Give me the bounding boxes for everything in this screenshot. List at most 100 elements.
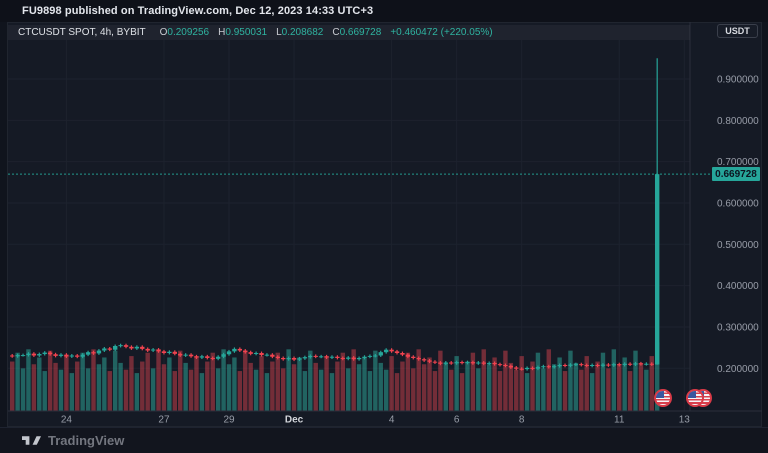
candle-body — [389, 350, 393, 352]
candle-body — [644, 364, 648, 365]
candle-body — [590, 365, 594, 366]
time-tick-label[interactable]: 13 — [679, 415, 691, 426]
price-tick-label[interactable]: 0.300000 — [717, 322, 759, 333]
candle-body — [64, 355, 68, 357]
candle-body — [243, 351, 247, 353]
time-tick-label[interactable]: 8 — [519, 415, 525, 426]
candle-body — [400, 353, 404, 355]
us-flag-event-icon[interactable] — [686, 389, 704, 407]
price-tick-label[interactable]: 0.900000 — [717, 74, 759, 85]
candle-body — [460, 362, 464, 363]
price-tick-label[interactable]: 0.200000 — [717, 364, 759, 375]
candle-body — [547, 366, 551, 367]
volume-bar — [292, 364, 296, 410]
candle-body — [476, 363, 480, 364]
volume-bar — [97, 364, 101, 410]
candle-body — [335, 357, 339, 358]
volume-bar — [341, 353, 345, 411]
symbol-title[interactable]: CTCUSDT SPOT, 4h, BYBIT — [18, 27, 146, 38]
volume-bar — [308, 351, 312, 411]
volume-bar — [595, 362, 599, 411]
volume-bar — [140, 362, 144, 411]
volume-bar — [644, 370, 648, 411]
price-tick-label[interactable]: 0.600000 — [717, 198, 759, 209]
candle-body — [32, 354, 36, 356]
candle-body — [362, 357, 366, 358]
volume-bar — [460, 373, 464, 410]
time-tick-label[interactable]: 11 — [614, 415, 625, 426]
volume-bar — [335, 362, 339, 411]
candle-body — [519, 369, 523, 370]
candle-body — [384, 350, 388, 352]
volume-bar — [314, 363, 318, 411]
volume-bar — [547, 349, 551, 410]
price-tick-label[interactable]: 0.400000 — [717, 281, 759, 292]
candle-body — [650, 364, 654, 365]
volume-bar — [633, 351, 637, 411]
currency-toggle-button[interactable]: USDT — [717, 24, 758, 38]
symbol-legend[interactable]: CTCUSDT SPOT, 4h, BYBIT O0.209256 H0.950… — [8, 25, 690, 40]
volume-bar — [189, 370, 193, 411]
candle-body — [444, 363, 448, 364]
candle-body — [194, 356, 198, 357]
candle-body — [568, 365, 572, 366]
volume-bar — [37, 357, 41, 410]
time-tick-label[interactable]: 6 — [454, 415, 460, 426]
time-tick-label[interactable]: Dec — [285, 415, 304, 426]
candle-body — [525, 368, 529, 369]
volume-bar — [319, 370, 323, 411]
volume-bar — [628, 371, 632, 410]
volume-bar — [135, 373, 139, 410]
candle-body — [503, 365, 507, 366]
candle-body — [308, 356, 312, 357]
candle-body — [655, 174, 659, 364]
candle-body — [552, 366, 556, 367]
volume-bar — [438, 351, 442, 411]
price-chart-canvas[interactable]: 0.9000000.8000000.7000000.6000000.500000… — [0, 0, 768, 453]
volume-bar — [205, 362, 209, 411]
volume-bar — [606, 368, 610, 410]
close-value: 0.669728 — [340, 27, 382, 38]
candle-body — [238, 349, 242, 351]
candle-body — [113, 346, 117, 350]
tradingview-wordmark[interactable]: TradingView — [48, 433, 124, 448]
candle-body — [541, 366, 545, 367]
time-tick-label[interactable]: 27 — [158, 415, 170, 426]
candle-body — [373, 355, 377, 356]
volume-bar — [21, 368, 25, 410]
volume-bar — [162, 364, 166, 410]
time-tick-label[interactable]: 24 — [61, 415, 73, 426]
candle-body — [406, 355, 410, 357]
candle-body — [53, 354, 57, 356]
volume-bar — [384, 370, 388, 411]
candle-body — [205, 356, 209, 358]
volume-bar — [368, 371, 372, 410]
candle-body — [579, 364, 583, 365]
tradingview-logo-icon[interactable] — [22, 433, 41, 448]
candle-body — [102, 348, 106, 350]
candle-body — [108, 348, 112, 349]
candle-body — [15, 355, 19, 356]
volume-bar — [400, 362, 404, 411]
candle-body — [617, 364, 621, 365]
volume-bar — [243, 351, 247, 411]
candle-body — [319, 356, 323, 357]
candle-body — [395, 351, 399, 353]
candle-body — [270, 355, 274, 357]
candle-body — [427, 360, 431, 361]
us-flag-event-icon[interactable] — [654, 389, 672, 407]
candle-body — [492, 363, 496, 364]
volume-bar — [509, 363, 513, 411]
volume-bar — [259, 356, 263, 410]
candle-body — [379, 352, 383, 355]
volume-bar — [389, 356, 393, 410]
time-tick-label[interactable]: 4 — [389, 415, 395, 426]
volume-bar — [108, 371, 112, 410]
volume-bar — [227, 364, 231, 410]
volume-bar — [427, 357, 431, 410]
price-tick-label[interactable]: 0.500000 — [717, 240, 759, 251]
volume-bar — [297, 357, 301, 410]
price-tick-label[interactable]: 0.800000 — [717, 116, 759, 127]
candle-body — [330, 357, 334, 358]
time-tick-label[interactable]: 29 — [223, 415, 235, 426]
